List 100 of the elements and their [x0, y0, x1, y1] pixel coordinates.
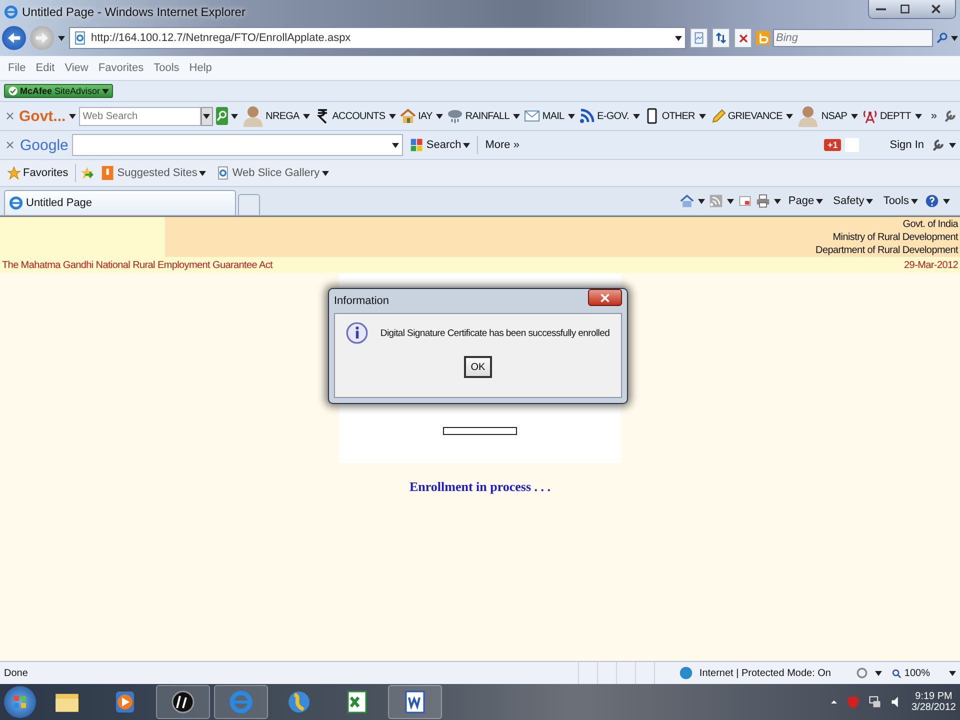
dropdown-button[interactable] — [200, 106, 213, 126]
dropdown-arrow-icon — [392, 142, 400, 148]
command-button[interactable]: Safety — [830, 195, 876, 207]
dropdown-arrow-icon[interactable] — [949, 670, 956, 676]
dropdown-arrow-icon[interactable] — [389, 114, 396, 118]
zoom-button[interactable]: 100% — [888, 668, 933, 678]
dropdown-arrow-icon[interactable] — [68, 114, 76, 118]
dropdown-arrow-icon[interactable] — [436, 114, 444, 118]
toolbar-item[interactable]: RAINFALL — [446, 108, 510, 124]
help-icon — [925, 194, 939, 208]
close-button[interactable] — [588, 289, 622, 306]
arrows-icon — [715, 31, 727, 45]
dropdown-arrow-icon[interactable] — [774, 198, 782, 204]
sign-in-button[interactable]: Sign In — [886, 139, 927, 151]
globe-icon — [287, 690, 311, 714]
menu-item[interactable]: View — [60, 60, 92, 76]
clock-date: 3/28/2012 — [912, 702, 956, 713]
menu-item[interactable]: Help — [185, 60, 216, 76]
minimize-button[interactable] — [869, 0, 893, 18]
dropdown-arrow-icon[interactable] — [513, 114, 520, 118]
info-icon — [346, 322, 368, 344]
dropdown-arrow-icon[interactable] — [632, 114, 640, 118]
dropdown-arrow-icon[interactable] — [875, 670, 882, 676]
dropdown-arrow-icon[interactable] — [568, 114, 576, 118]
dropdown-arrow-icon[interactable] — [698, 198, 706, 204]
search-button[interactable] — [216, 107, 228, 125]
dropdown-arrow-icon[interactable] — [914, 114, 922, 118]
forward-arrow-icon — [35, 31, 49, 45]
favorites-button[interactable]: Favorites — [4, 166, 72, 180]
dropdown-arrow-icon — [203, 114, 210, 118]
search-icon — [936, 32, 948, 44]
toolbar-item[interactable]: NSAP — [796, 105, 848, 127]
refresh-button[interactable] — [712, 28, 730, 48]
google-search-field[interactable] — [72, 134, 404, 156]
stop-button[interactable] — [734, 28, 752, 48]
command-button[interactable]: Tools — [880, 195, 921, 207]
dropdown-arrow-icon[interactable] — [303, 114, 310, 118]
plus-one-badge[interactable]: +1 — [824, 139, 841, 151]
rain-cloud-icon — [447, 108, 464, 124]
dropdown-arrow-icon[interactable] — [230, 114, 238, 118]
ok-button[interactable]: OK — [464, 356, 492, 378]
dropdown-arrow-icon — [911, 198, 918, 204]
google-search-button[interactable]: Search — [407, 138, 474, 152]
taskbar-icon[interactable] — [156, 685, 210, 719]
taskbar-icon[interactable] — [388, 685, 442, 719]
web-search-field[interactable]: Web Search — [78, 106, 201, 126]
add-favorite-icon — [80, 166, 94, 180]
command-button[interactable]: Page — [785, 195, 826, 207]
siteadvisor-button[interactable]: McAfee SiteAdvisor — [4, 84, 114, 98]
star-icon — [7, 166, 21, 180]
windows-logo-icon — [12, 694, 28, 710]
dropdown-arrow-icon[interactable] — [851, 114, 858, 118]
favorites-link[interactable]: Suggested Sites — [98, 166, 210, 180]
date-text: 29-Mar-2012 — [904, 260, 958, 270]
browser-tab[interactable]: Untitled Page — [4, 190, 236, 215]
dialog-title: Information — [334, 295, 390, 307]
dropdown-arrow-icon[interactable] — [102, 88, 110, 94]
dropdown-arrow-icon[interactable] — [786, 114, 794, 118]
toolbar-item[interactable]: OTHER — [642, 108, 696, 124]
header-text: Govt. of India — [902, 218, 958, 231]
network-icon — [868, 695, 882, 709]
dropdown-arrow-icon[interactable] — [698, 114, 706, 118]
antenna-icon — [862, 108, 878, 124]
status-text: Done — [4, 668, 28, 678]
dialog-message: Digital Signature Certificate has been successfully enrolled — [380, 328, 610, 338]
settings-icon — [855, 666, 870, 680]
start-button[interactable] — [4, 686, 36, 718]
toolbar-item[interactable]: E-GOV. — [578, 108, 630, 124]
spreadsheet-icon — [345, 690, 369, 714]
close-icon — [4, 110, 16, 122]
dropdown-arrow-icon — [199, 170, 206, 176]
toolbar-item[interactable]: DEPTT — [861, 108, 912, 124]
menu-item[interactable]: File — [4, 60, 30, 76]
toolbar-item[interactable]: GRIEVANCE — [708, 108, 784, 124]
more-button[interactable]: More » — [482, 139, 522, 151]
dropdown-arrow-icon[interactable] — [675, 36, 682, 40]
toolbar-item[interactable]: NREGA — [240, 105, 300, 127]
dropdown-arrow-icon[interactable] — [943, 198, 950, 204]
menu-item[interactable]: Edit — [32, 60, 59, 76]
toolbar-item[interactable]: ACCOUNTS — [313, 108, 386, 124]
toolbar-item[interactable]: MAIL — [523, 108, 566, 124]
menu-item[interactable]: Tools — [150, 60, 184, 76]
dropdown-arrow-icon[interactable] — [58, 36, 65, 40]
menu-item[interactable]: Favorites — [94, 60, 148, 76]
close-button[interactable] — [917, 0, 955, 18]
dropdown-arrow-icon[interactable] — [727, 198, 734, 204]
back-button[interactable] — [2, 26, 26, 50]
check-icon — [8, 86, 18, 96]
status-message: Enrollment in process . . . — [409, 479, 551, 495]
dropdown-arrow-icon[interactable] — [949, 142, 956, 148]
magnifier-icon — [891, 668, 902, 678]
compatibility-view-button[interactable] — [690, 28, 708, 48]
page-icon — [693, 31, 705, 45]
search-field[interactable]: Bing — [773, 29, 933, 47]
back-arrow-icon — [7, 31, 21, 45]
more-chevron[interactable]: » — [928, 110, 940, 122]
favorites-link[interactable]: Web Slice Gallery — [213, 166, 332, 180]
toolbar-item[interactable]: IAY — [399, 108, 434, 124]
dropdown-arrow-icon[interactable] — [951, 36, 958, 40]
address-field[interactable]: http://164.100.12.7/Netnrega/FTO/EnrollApplate.aspx — [69, 27, 686, 49]
